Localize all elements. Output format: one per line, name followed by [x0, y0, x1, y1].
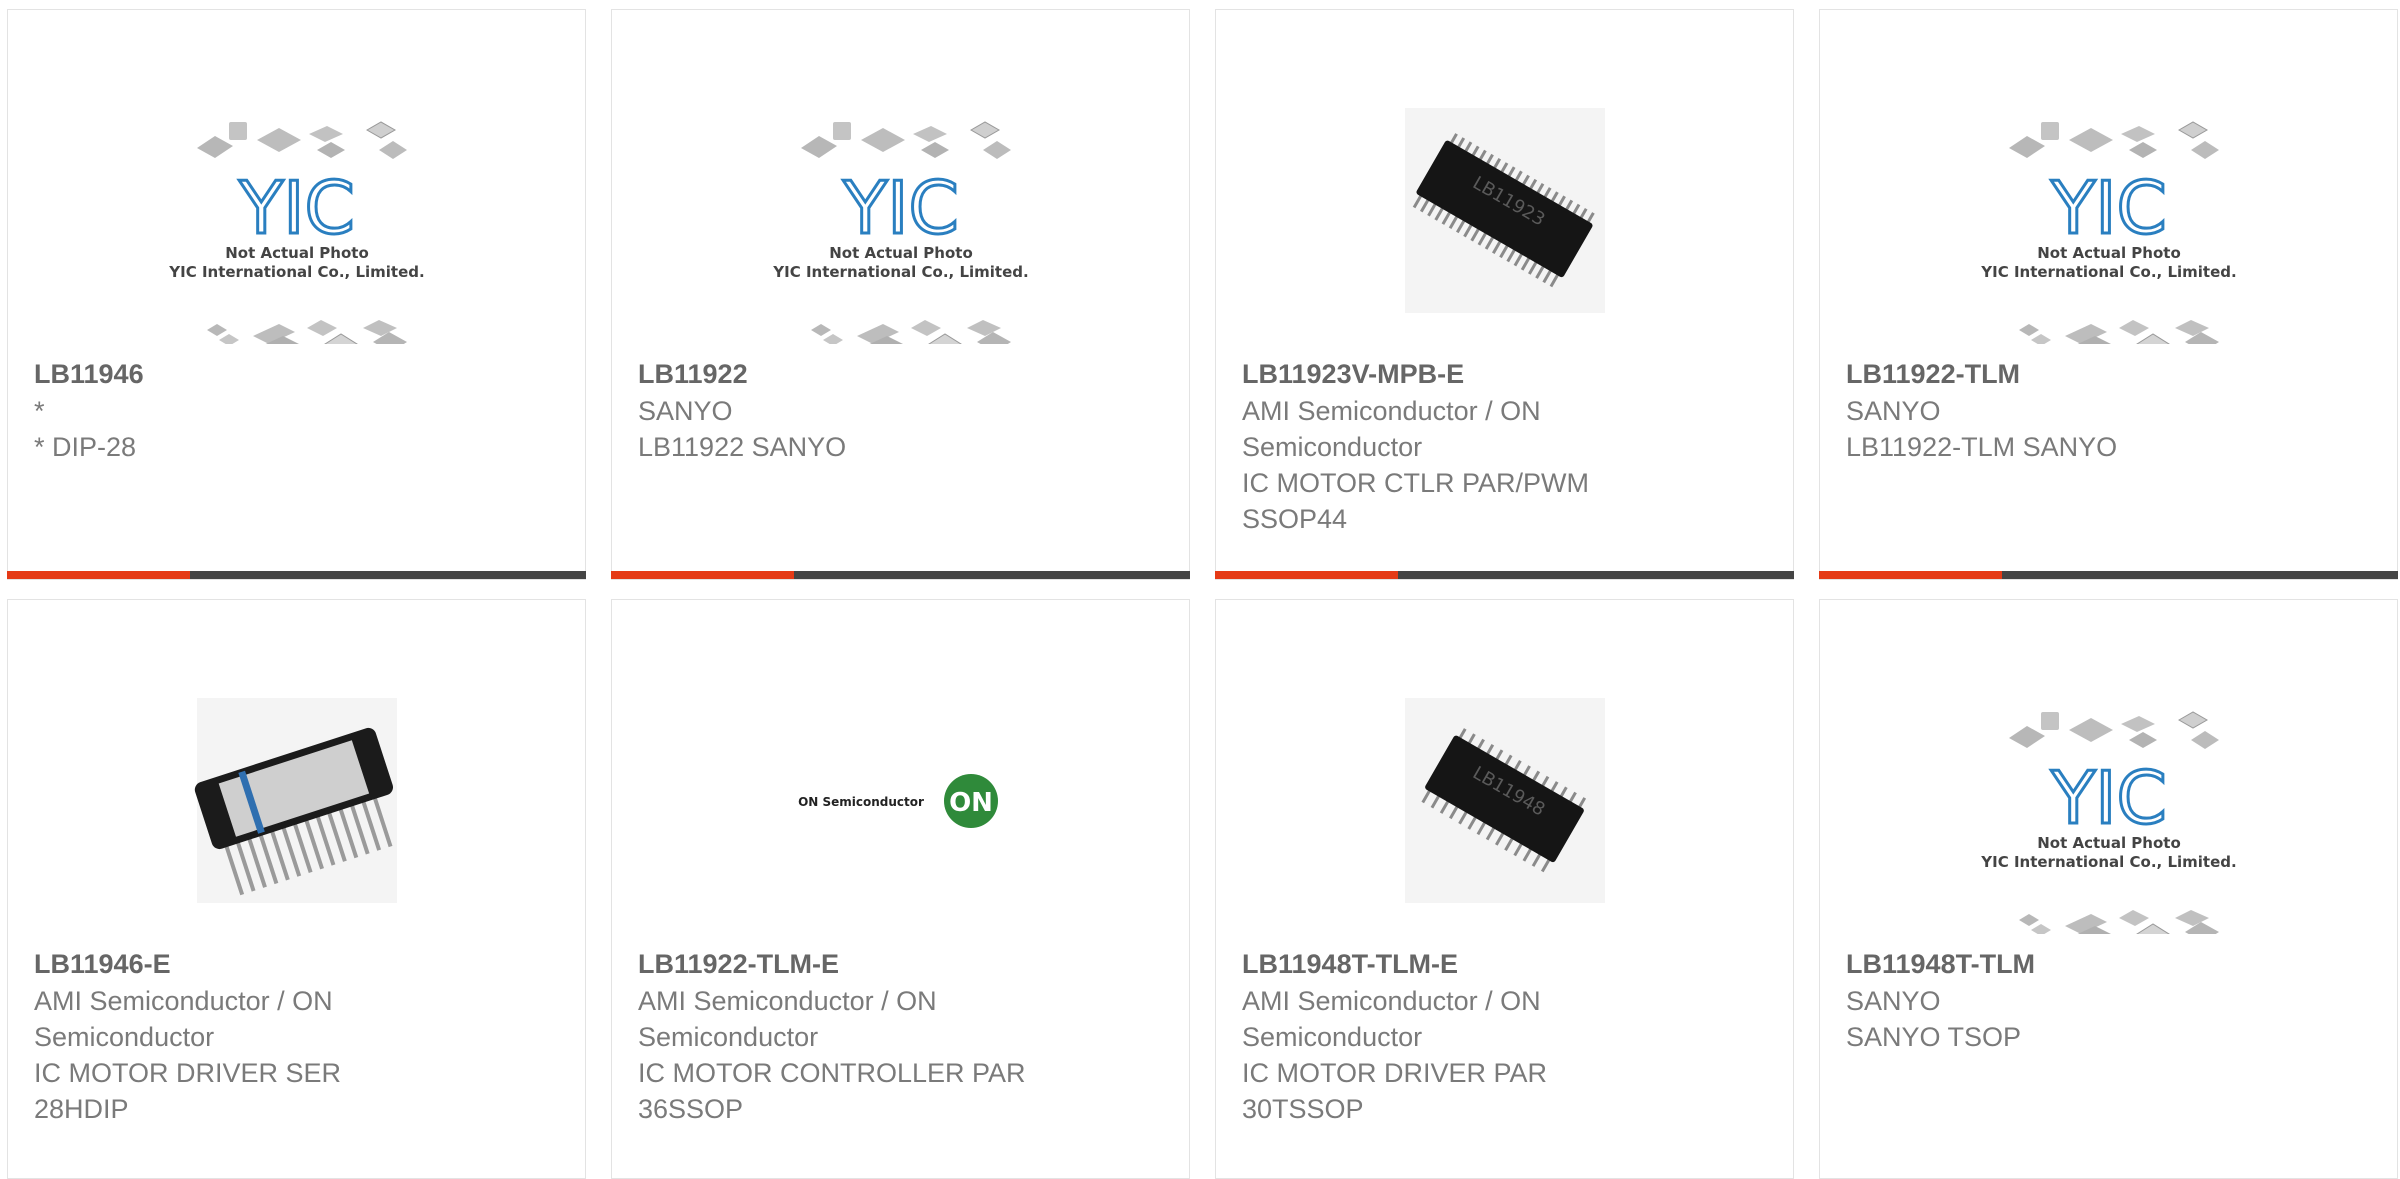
product-detail-line: SSOP44	[1242, 504, 1348, 534]
placeholder-caption: YIC International Co., Limited.	[168, 263, 424, 281]
placeholder-caption: Not Actual Photo	[225, 244, 369, 262]
chip-photo: LB11948	[1404, 698, 1605, 903]
product-part-number-link[interactable]: LB11948T-TLM-E	[1242, 946, 1767, 983]
product-card[interactable]: LB11948 LB11948T-TLM-E AMI Semiconductor /…	[1215, 599, 1794, 1179]
product-part-number-link[interactable]: LB11946	[34, 356, 559, 393]
card-hover-bar	[7, 571, 586, 579]
product-detail-line: IC MOTOR CTLR PAR/PWM	[1242, 468, 1590, 498]
product-thumbnail[interactable]: YIC Not Actual Photo YIC International Co.…	[1969, 668, 2249, 934]
product-part-number-link[interactable]: LB11948T-TLM	[1846, 946, 2371, 983]
product-thumbnail[interactable]: YIC Not Actual Photo YIC International Co.…	[761, 78, 1041, 344]
product-detail-line: Semiconductor	[1242, 1022, 1423, 1052]
placeholder-image: YICNot Actual PhotoYIC International Co.…	[1980, 121, 2236, 344]
card-accent-bar	[611, 571, 794, 579]
yic-logo: YIC	[238, 166, 355, 250]
product-info: LB11922-TLM SANYO LB11922-TLM SANYO	[1846, 356, 2371, 465]
product-thumbnail[interactable]: YIC Not Actual Photo YIC International Co.…	[157, 78, 437, 344]
product-detail-line: IC MOTOR DRIVER SER	[34, 1058, 342, 1088]
placeholder-caption: YIC International Co., Limited.	[1980, 263, 2236, 281]
product-detail-line: * DIP-28	[34, 432, 137, 462]
product-card[interactable]: YIC Not Actual Photo YIC International Co.…	[7, 9, 586, 580]
product-detail-line: AMI Semiconductor / ON	[638, 986, 937, 1016]
product-thumbnail[interactable]: YIC Not Actual Photo YIC International Co.…	[1969, 78, 2249, 344]
product-info: LB11948T-TLM-E AMI Semiconductor / ON Semi…	[1242, 946, 1767, 1127]
product-detail-line: *	[34, 396, 45, 426]
placeholder-caption: Not Actual Photo	[829, 244, 973, 262]
product-part-number-link[interactable]: LB11922-TLM	[1846, 356, 2371, 393]
chip-photo: LB11923	[1404, 108, 1605, 313]
product-card[interactable]: YIC Not Actual Photo YIC International Co.…	[1819, 599, 2398, 1179]
product-card[interactable]: LB11923 LB11923V-MPB-E AMI Semiconductor /…	[1215, 9, 1794, 580]
card-accent-bar	[1819, 571, 2002, 579]
on-semiconductor-logo: ON Semiconductor ON	[798, 774, 998, 828]
placeholder-caption: YIC International Co., Limited.	[1980, 853, 2236, 871]
chip-photo	[194, 698, 397, 903]
product-detail-line: LB11922 SANYO	[638, 432, 847, 462]
product-part-number-link[interactable]: LB11923V-MPB-E	[1242, 356, 1767, 393]
product-info: LB11922-TLM-E AMI Semiconductor / ON Semic…	[638, 946, 1163, 1127]
product-info: LB11923V-MPB-E AMI Semiconductor / ON Semi…	[1242, 356, 1767, 537]
placeholder-caption: Not Actual Photo	[2037, 244, 2181, 262]
product-detail-line: 30TSSOP	[1242, 1094, 1364, 1124]
product-thumbnail[interactable]: LB11948	[1365, 668, 1645, 934]
yic-logo: YIC	[2050, 756, 2167, 840]
product-part-number-link[interactable]: LB11922-TLM-E	[638, 946, 1163, 983]
product-card[interactable]: YIC Not Actual Photo YIC International Co.…	[1819, 9, 2398, 580]
product-card[interactable]: LB11946-E AMI Semiconductor / ON Semicondu…	[7, 599, 586, 1179]
product-card[interactable]: YIC Not Actual Photo YIC International Co.…	[611, 9, 1190, 580]
product-part-number-link[interactable]: LB11922	[638, 356, 1163, 393]
product-thumbnail[interactable]: ON Semiconductor ON	[761, 668, 1041, 934]
product-detail-line: SANYO	[1846, 396, 1941, 426]
card-hover-bar	[1215, 571, 1794, 579]
card-accent-bar	[7, 571, 190, 579]
product-detail-line: SANYO	[638, 396, 733, 426]
product-detail-line: AMI Semiconductor / ON	[34, 986, 333, 1016]
product-info: LB11922 SANYO LB11922 SANYO	[638, 356, 1163, 465]
card-accent-bar	[1215, 571, 1398, 579]
card-hover-bar	[1819, 571, 2398, 579]
placeholder-image: YICNot Actual PhotoYIC International Co.…	[168, 121, 424, 344]
product-info: LB11948T-TLM SANYO SANYO TSOP	[1846, 946, 2371, 1055]
yic-logo: YIC	[842, 166, 959, 250]
svg-text:ON Semiconductor: ON Semiconductor	[798, 795, 924, 809]
svg-text:ON: ON	[949, 788, 993, 818]
product-detail-line: SANYO TSOP	[1846, 1022, 2022, 1052]
product-detail-line: AMI Semiconductor / ON	[1242, 396, 1541, 426]
product-card[interactable]: ON Semiconductor ON LB11922-TLM-E AMI Semic…	[611, 599, 1190, 1179]
product-thumbnail[interactable]	[157, 668, 437, 934]
product-grid: YIC Not Actual Photo YIC International Co.…	[0, 0, 2400, 1179]
product-detail-line: Semiconductor	[638, 1022, 819, 1052]
product-detail-line: 28HDIP	[34, 1094, 129, 1124]
placeholder-caption: Not Actual Photo	[2037, 834, 2181, 852]
product-part-number-link[interactable]: LB11946-E	[34, 946, 559, 983]
product-detail-line: IC MOTOR DRIVER PAR	[1242, 1058, 1548, 1088]
product-detail-line: Semiconductor	[34, 1022, 215, 1052]
product-detail-line: Semiconductor	[1242, 432, 1423, 462]
product-thumbnail[interactable]: LB11923	[1365, 78, 1645, 344]
product-detail-line: LB11922-TLM SANYO	[1846, 432, 2118, 462]
yic-logo: YIC	[2050, 166, 2167, 250]
product-info: LB11946-E AMI Semiconductor / ON Semicondu…	[34, 946, 559, 1127]
product-detail-line: IC MOTOR CONTROLLER PAR	[638, 1058, 1026, 1088]
product-detail-line: AMI Semiconductor / ON	[1242, 986, 1541, 1016]
product-info: LB11946 * * DIP-28	[34, 356, 559, 465]
product-detail-line: 36SSOP	[638, 1094, 744, 1124]
product-detail-line: SANYO	[1846, 986, 1941, 1016]
card-hover-bar	[611, 571, 1190, 579]
placeholder-image: YICNot Actual PhotoYIC International Co.…	[1980, 711, 2236, 934]
placeholder-caption: YIC International Co., Limited.	[772, 263, 1028, 281]
placeholder-image: YICNot Actual PhotoYIC International Co.…	[772, 121, 1028, 344]
